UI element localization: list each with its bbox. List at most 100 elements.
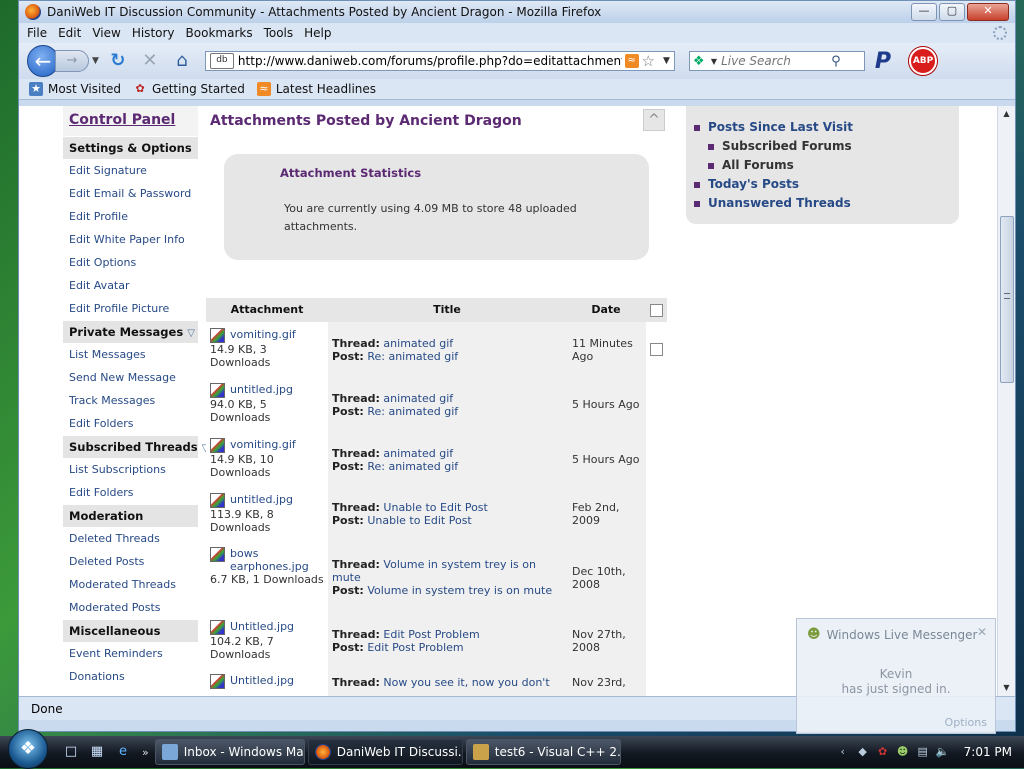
menu-edit[interactable]: Edit [58,26,81,40]
menu-file[interactable]: File [27,26,47,40]
post-link[interactable]: Re: animated gif [367,460,458,473]
url-bar[interactable]: db http://www.daniweb.com/forums/profile… [204,51,675,71]
sidebar-item-edit-white-paper[interactable]: Edit White Paper Info [63,228,198,251]
sidebar-item-edit-profile[interactable]: Edit Profile [63,205,198,228]
task-firefox[interactable]: DaniWeb IT Discussi... [307,739,463,765]
sidebar-item-edit-folders[interactable]: Edit Folders [63,412,198,435]
column-header-attachment[interactable]: Attachment [206,298,328,322]
messenger-tray-icon[interactable]: ☻ [896,745,910,759]
collapse-arrow-icon[interactable]: ▽ [187,328,195,339]
bookmark-star-icon[interactable]: ☆ [642,52,655,70]
sidebar-item-edit-email-password[interactable]: Edit Email & Password [63,182,198,205]
chevron-right-icon[interactable]: » [142,746,149,759]
maximize-button[interactable]: ▢ [939,3,965,21]
control-panel-link[interactable]: Control Panel [63,106,198,136]
search-input[interactable] [721,54,832,68]
volume-icon[interactable]: 🔈 [936,745,950,759]
menu-bookmarks[interactable]: Bookmarks [186,26,253,40]
post-link[interactable]: Re: animated gif [367,405,458,418]
thread-link[interactable]: Unable to Edit Post [383,501,487,514]
attachment-link[interactable]: untitled.jpg [230,493,293,508]
search-engine-icon[interactable]: ❖ [693,54,711,69]
column-header-title[interactable]: Title [328,298,566,322]
sidebar-item-send-new-message[interactable]: Send New Message [63,366,198,389]
sidebar-item-edit-options[interactable]: Edit Options [63,251,198,274]
show-desktop-icon[interactable]: □ [62,743,80,761]
sidebar-item-moderated-posts[interactable]: Moderated Posts [63,596,198,619]
sidebar-heading-private-messages[interactable]: Private Messages ▽ [63,320,198,343]
scrollbar-thumb[interactable] [1000,216,1014,383]
stop-icon[interactable]: ✕ [137,50,163,72]
tray-app-icon[interactable]: ✿ [876,745,890,759]
sidebar-item-donations[interactable]: Donations [63,665,198,688]
history-dropdown-icon[interactable]: ▼ [92,56,99,66]
attachment-link[interactable]: Untitled.jpg [230,674,294,689]
attachment-link[interactable]: Untitled.jpg [230,620,294,635]
start-button[interactable]: ❖ [8,729,48,769]
post-link[interactable]: Re: animated gif [367,350,458,363]
menu-view[interactable]: View [92,26,120,40]
thread-link[interactable]: Now you see it, now you don't [383,676,549,689]
messenger-notification[interactable]: ☻ Windows Live Messenger ✕ Kevin has just… [796,618,996,734]
sidebar-item-edit-folders[interactable]: Edit Folders [63,481,198,504]
post-link[interactable]: Volume in system trey is on mute [367,584,552,597]
sidebar-item-list-messages[interactable]: List Messages [63,343,198,366]
attachment-link[interactable]: vomiting.gif [230,438,296,453]
sidebar-item-deleted-posts[interactable]: Deleted Posts [63,550,198,573]
thread-link[interactable]: animated gif [383,447,453,460]
attachment-link[interactable]: vomiting.gif [230,328,296,343]
menu-tools[interactable]: Tools [264,26,294,40]
attachment-link[interactable]: bows earphones.jpg [230,547,324,573]
paypal-icon[interactable]: P [875,49,891,74]
menu-history[interactable]: History [132,26,175,40]
sidebar-item-track-messages[interactable]: Track Messages [63,389,198,412]
home-icon[interactable]: ⌂ [169,50,195,72]
row-checkbox[interactable] [650,343,663,356]
post-link[interactable]: Unable to Edit Post [367,514,471,527]
post-link[interactable]: Edit Post Problem [367,641,463,654]
options-link[interactable]: Options [945,716,987,729]
site-identity-icon[interactable]: db [209,53,234,69]
task-visual-cpp[interactable]: test6 - Visual C++ 2... [465,739,621,765]
chevron-left-icon[interactable]: ‹ [836,745,850,759]
bookmark-latest-headlines[interactable]: ≈ Latest Headlines [256,82,376,96]
vertical-scrollbar[interactable]: ▲ ▼ [997,106,1015,696]
link-unanswered-threads[interactable]: Unanswered Threads [694,196,851,210]
scroll-up-icon[interactable]: ▲ [998,106,1015,122]
thread-link[interactable]: Edit Post Problem [383,628,479,641]
sidebar-heading-subscribed-threads[interactable]: Subscribed Threads ▽ [63,435,209,458]
adblock-plus-button[interactable]: ABP [909,47,938,75]
sidebar-item-moderated-threads[interactable]: Moderated Threads [63,573,198,596]
clock[interactable]: 7:01 PM [964,745,1012,759]
scroll-down-icon[interactable]: ▼ [998,680,1015,696]
thread-link[interactable]: animated gif [383,337,453,350]
attachment-link[interactable]: untitled.jpg [230,383,293,398]
forward-button[interactable]: → [55,50,89,72]
internet-explorer-icon[interactable]: e [114,743,132,761]
sidebar-item-list-subscriptions[interactable]: List Subscriptions [63,458,198,481]
title-bar[interactable]: DaniWeb IT Discussion Community - Attach… [19,1,1015,23]
url-text[interactable]: http://www.daniweb.com/forums/profile.ph… [238,54,622,68]
sidebar-item-edit-profile-picture[interactable]: Edit Profile Picture [63,297,198,320]
bookmark-getting-started[interactable]: ✿ Getting Started [133,82,244,96]
link-all-forums[interactable]: All Forums [708,158,794,172]
thread-link[interactable]: animated gif [383,392,453,405]
bookmark-most-visited[interactable]: ★ Most Visited [29,82,121,96]
menu-help[interactable]: Help [304,26,331,40]
link-todays-posts[interactable]: Today's Posts [694,177,799,191]
reload-icon[interactable]: ↻ [105,50,131,72]
link-posts-since-last-visit[interactable]: Posts Since Last Visit [694,120,853,134]
sidebar-item-edit-avatar[interactable]: Edit Avatar [63,274,198,297]
link-subscribed-forums[interactable]: Subscribed Forums [708,139,852,153]
search-bar[interactable]: ❖ ▼ ⚲ [688,51,865,71]
search-engine-dropdown-icon[interactable]: ▼ [711,57,717,66]
close-icon[interactable]: ✕ [977,625,987,639]
search-icon[interactable]: ⚲ [831,54,841,69]
network-icon[interactable]: ▤ [916,745,930,759]
sidebar-item-deleted-threads[interactable]: Deleted Threads [63,527,198,550]
close-button[interactable]: ✕ [967,3,1009,21]
collapse-button[interactable]: ^ [643,109,665,131]
rss-feed-icon[interactable]: ≈ [624,54,639,68]
sidebar-item-edit-signature[interactable]: Edit Signature [63,159,198,182]
switch-windows-icon[interactable]: ▦ [88,743,106,761]
